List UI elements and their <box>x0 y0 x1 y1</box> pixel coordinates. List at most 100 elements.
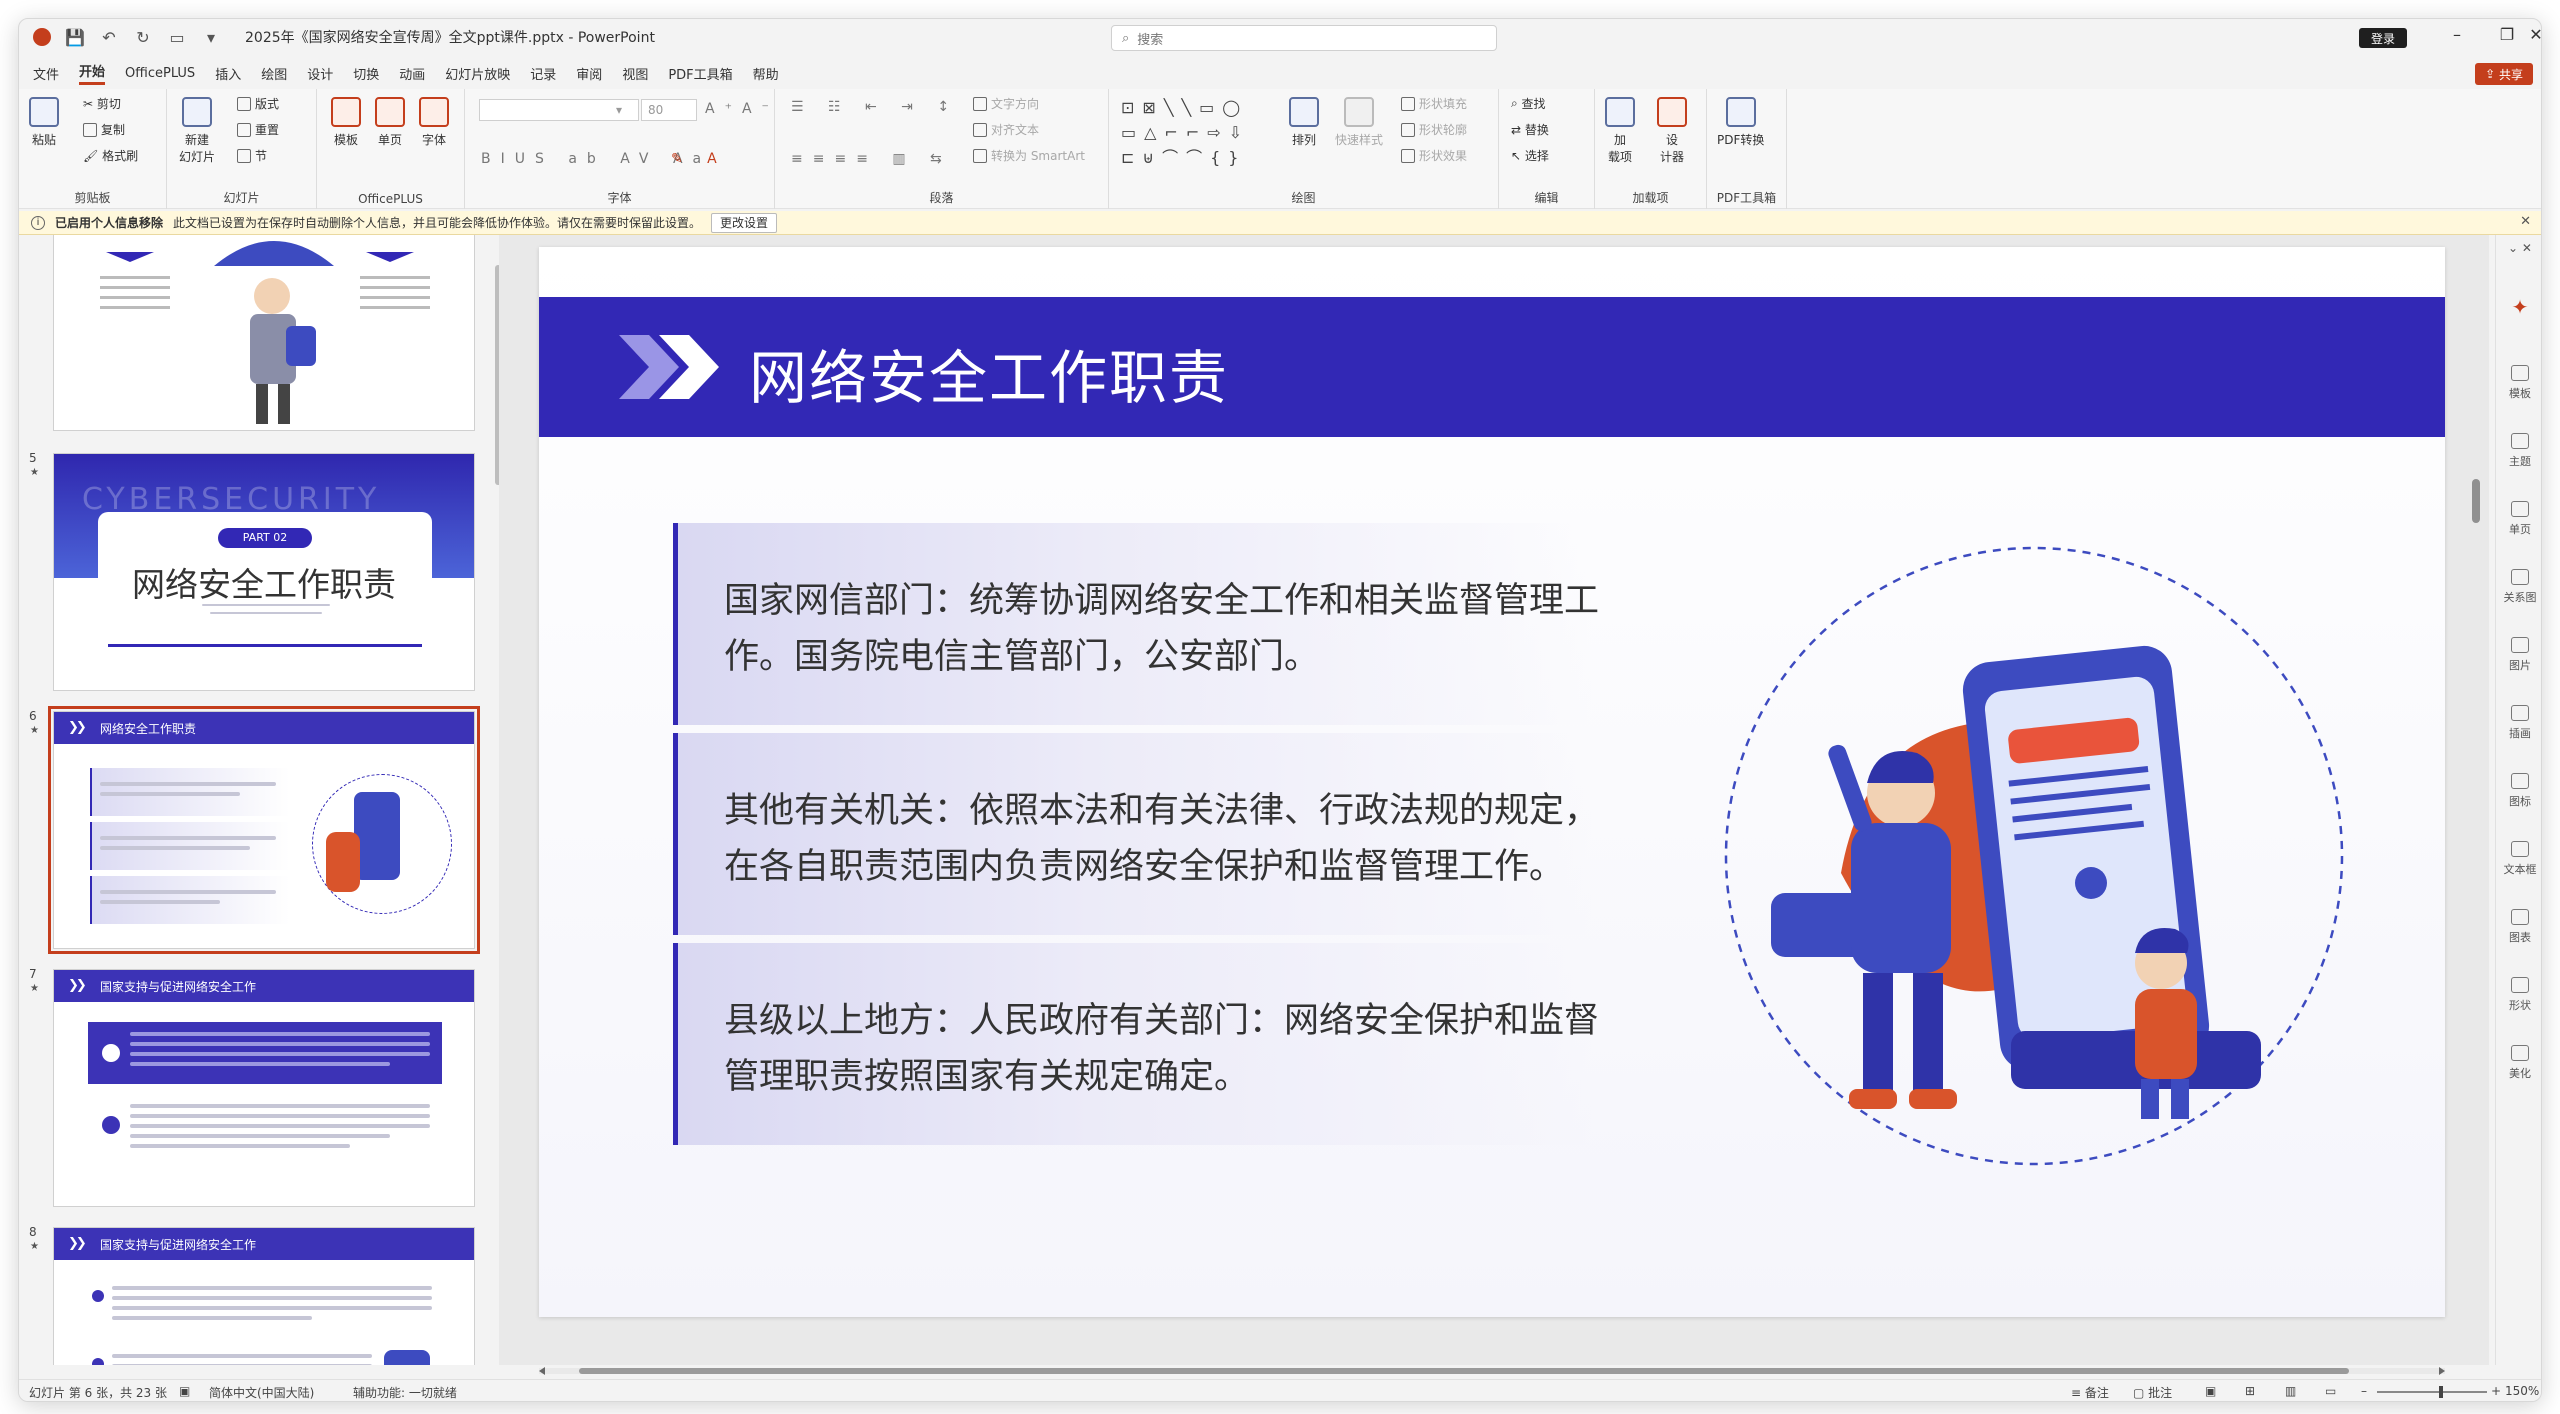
reading-view-icon[interactable]: ▥ <box>2285 1384 2296 1398</box>
slide-thumbnail-6[interactable]: ❯❯ 网络安全工作职责 <box>48 706 480 954</box>
slide-thumbnail-7[interactable]: ❯❯ 国家支持与促进网络安全工作 <box>53 969 475 1207</box>
quick-styles-button[interactable]: 快速样式 <box>1335 97 1383 148</box>
single-page-button[interactable]: 单页 <box>375 97 405 148</box>
paste-button[interactable]: 粘贴 <box>29 97 59 148</box>
tab-draw[interactable]: 绘图 <box>261 64 287 83</box>
pane-item-illustration[interactable]: 插画 <box>2496 705 2541 741</box>
tab-insert[interactable]: 插入 <box>215 64 241 83</box>
align-text-button[interactable]: 对齐文本 <box>973 121 1039 138</box>
duty-item-3[interactable]: 县级以上地方：人民政府有关部门：网络安全保护和监督管理职责按照国家有关规定确定。 <box>673 943 1599 1145</box>
slide-thumbnail-5[interactable]: CYBERSECURITY PART 02 网络安全工作职责 <box>53 453 475 691</box>
zoom-out-icon[interactable]: – <box>2361 1384 2367 1398</box>
zoom-level[interactable]: 150% <box>2505 1384 2539 1398</box>
align-icons[interactable]: ≡≡≡≡ ▥ ⇆ <box>791 151 952 167</box>
redo-icon[interactable]: ↻ <box>133 28 153 47</box>
font-name-select[interactable]: ▾ <box>479 99 639 121</box>
cybersecurity-illustration[interactable] <box>1721 543 2347 1169</box>
customize-quick-access-icon[interactable]: ▾ <box>201 28 221 47</box>
tab-pdf-toolbox[interactable]: PDF工具箱 <box>668 64 732 83</box>
designer-pane-icon[interactable]: ✦ <box>2496 295 2541 319</box>
duty-item-3-text[interactable]: 县级以上地方：人民政府有关部门：网络安全保护和监督管理职责按照国家有关规定确定。 <box>724 993 1624 1105</box>
pane-item-beautify[interactable]: 美化 <box>2496 1045 2541 1081</box>
format-painter-button[interactable]: 🖌 格式刷 <box>83 147 138 164</box>
comments-button[interactable]: ▢ 批注 <box>2133 1384 2172 1401</box>
copy-button[interactable]: 复制 <box>83 121 125 138</box>
notes-button[interactable]: ≡ 备注 <box>2071 1384 2109 1401</box>
pane-item-chart[interactable]: 图表 <box>2496 909 2541 945</box>
tab-design[interactable]: 设计 <box>307 64 333 83</box>
pane-collapse-icon[interactable]: ⌄ ✕ <box>2496 241 2541 255</box>
designer-button[interactable]: 设 计器 <box>1657 97 1687 165</box>
addins-button[interactable]: 加 载项 <box>1605 97 1635 165</box>
horizontal-scrollbar[interactable] <box>539 1365 2445 1377</box>
tab-home[interactable]: 开始 <box>79 61 106 85</box>
tab-slideshow[interactable]: 幻灯片放映 <box>445 64 510 83</box>
duty-item-1-text[interactable]: 国家网信部门：统筹协调网络安全工作和相关监督管理工作。国务院电信主管部门，公安部… <box>724 573 1624 685</box>
tab-review[interactable]: 审阅 <box>576 64 602 83</box>
tab-view[interactable]: 视图 <box>622 64 648 83</box>
tab-animations[interactable]: 动画 <box>399 64 425 83</box>
pdf-convert-button[interactable]: PDF转换 <box>1717 97 1764 148</box>
close-icon[interactable]: ✕ <box>2529 25 2541 44</box>
font-size-select[interactable]: 80 <box>641 99 697 121</box>
list-icons[interactable]: ☰ ☷ ⇤ ⇥ ↕ <box>791 99 959 115</box>
pane-item-textbox[interactable]: 文本框 <box>2496 841 2541 877</box>
smartart-button[interactable]: 转换为 SmartArt <box>973 147 1085 164</box>
language-indicator[interactable]: 简体中文(中国大陆) <box>209 1384 314 1401</box>
normal-view-icon[interactable]: ▣ <box>2205 1384 2216 1398</box>
zoom-slider[interactable] <box>2377 1386 2487 1398</box>
shape-fill-button[interactable]: 形状填充 <box>1401 95 1467 112</box>
replace-button[interactable]: ⇄ 替换 <box>1511 121 1549 138</box>
undo-icon[interactable]: ↶ <box>99 28 119 47</box>
tab-file[interactable]: 文件 <box>33 64 59 83</box>
pane-item-single-page[interactable]: 单页 <box>2496 501 2541 537</box>
font-style-button[interactable]: 字体 <box>419 97 449 148</box>
maximize-icon[interactable]: ❐ <box>2485 25 2529 44</box>
share-button[interactable]: ⇪ 共享 <box>2475 63 2533 85</box>
layout-button[interactable]: 版式 <box>237 95 279 112</box>
find-button[interactable]: ⌕ 查找 <box>1511 95 1546 112</box>
shapes-gallery[interactable]: ⊡⊠╲╲▭◯ ▭△⌐⌐⇨⇩ ⊏⊎⌒⌒{} <box>1121 95 1250 170</box>
shape-outline-button[interactable]: 形状轮廓 <box>1401 121 1467 138</box>
zoom-in-icon[interactable]: + <box>2491 1384 2501 1398</box>
arrange-button[interactable]: 排列 <box>1289 97 1319 148</box>
pane-item-theme[interactable]: 主题 <box>2496 433 2541 469</box>
duty-item-2-text[interactable]: 其他有关机关：依照本法和有关法律、行政法规的规定，在各自职责范围内负责网络安全保… <box>724 783 1624 895</box>
template-button[interactable]: 模板 <box>331 97 361 148</box>
font-size-grow-shrink-icons[interactable]: A⁺A⁻ <box>705 101 779 117</box>
present-icon[interactable]: ▭ <box>167 28 187 47</box>
pane-item-icon[interactable]: 图标 <box>2496 773 2541 809</box>
duty-item-1[interactable]: 国家网信部门：统筹协调网络安全工作和相关监督管理工作。国务院电信主管部门，公安部… <box>673 523 1599 725</box>
select-button[interactable]: ↖ 选择 <box>1511 147 1549 164</box>
vertical-scrollbar-thumb[interactable] <box>2472 479 2480 523</box>
pane-item-shape[interactable]: 形状 <box>2496 977 2541 1013</box>
reset-button[interactable]: 重置 <box>237 121 279 138</box>
slide-title[interactable]: 网络安全工作职责 <box>749 331 1229 415</box>
change-settings-button[interactable]: 更改设置 <box>711 212 778 233</box>
minimize-icon[interactable]: – <box>2435 25 2479 44</box>
tab-transitions[interactable]: 切换 <box>353 64 379 83</box>
tab-help[interactable]: 帮助 <box>753 64 779 83</box>
text-direction-button[interactable]: 文字方向 <box>973 95 1039 112</box>
accessibility-status[interactable]: 辅助功能: 一切就绪 <box>353 1384 457 1401</box>
slide-sorter-icon[interactable]: ⊞ <box>2245 1384 2255 1398</box>
highlight-color-icons[interactable]: ✎ A <box>671 151 727 167</box>
slide-thumbnail-8[interactable]: ❯❯ 国家支持与促进网络安全工作 <box>53 1227 475 1365</box>
login-button[interactable]: 登录 <box>2359 28 2408 48</box>
pane-item-diagram[interactable]: 关系图 <box>2496 569 2541 605</box>
section-button[interactable]: 节 <box>237 147 267 164</box>
slideshow-view-icon[interactable]: ▭ <box>2325 1384 2336 1398</box>
close-infobar-icon[interactable]: ✕ <box>2520 214 2531 229</box>
duty-item-2[interactable]: 其他有关机关：依照本法和有关法律、行政法规的规定，在各自职责范围内负责网络安全保… <box>673 733 1599 935</box>
slide-thumbnail-4[interactable] <box>53 235 475 431</box>
save-icon[interactable]: 💾 <box>65 28 85 47</box>
tab-record[interactable]: 记录 <box>530 64 556 83</box>
pane-item-picture[interactable]: 图片 <box>2496 637 2541 673</box>
spellcheck-icon[interactable]: ▣ <box>179 1384 190 1398</box>
tab-officeplus[interactable]: OfficePLUS <box>125 66 195 81</box>
pane-item-template[interactable]: 模板 <box>2496 365 2541 401</box>
shape-effects-button[interactable]: 形状效果 <box>1401 147 1467 164</box>
search-input[interactable]: ⌕ 搜索 <box>1111 25 1497 51</box>
current-slide[interactable]: 网络安全工作职责 国家网信部门：统筹协调网络安全工作和相关监督管理工作。国务院电… <box>539 247 2445 1317</box>
cut-button[interactable]: ✂ 剪切 <box>83 95 121 112</box>
